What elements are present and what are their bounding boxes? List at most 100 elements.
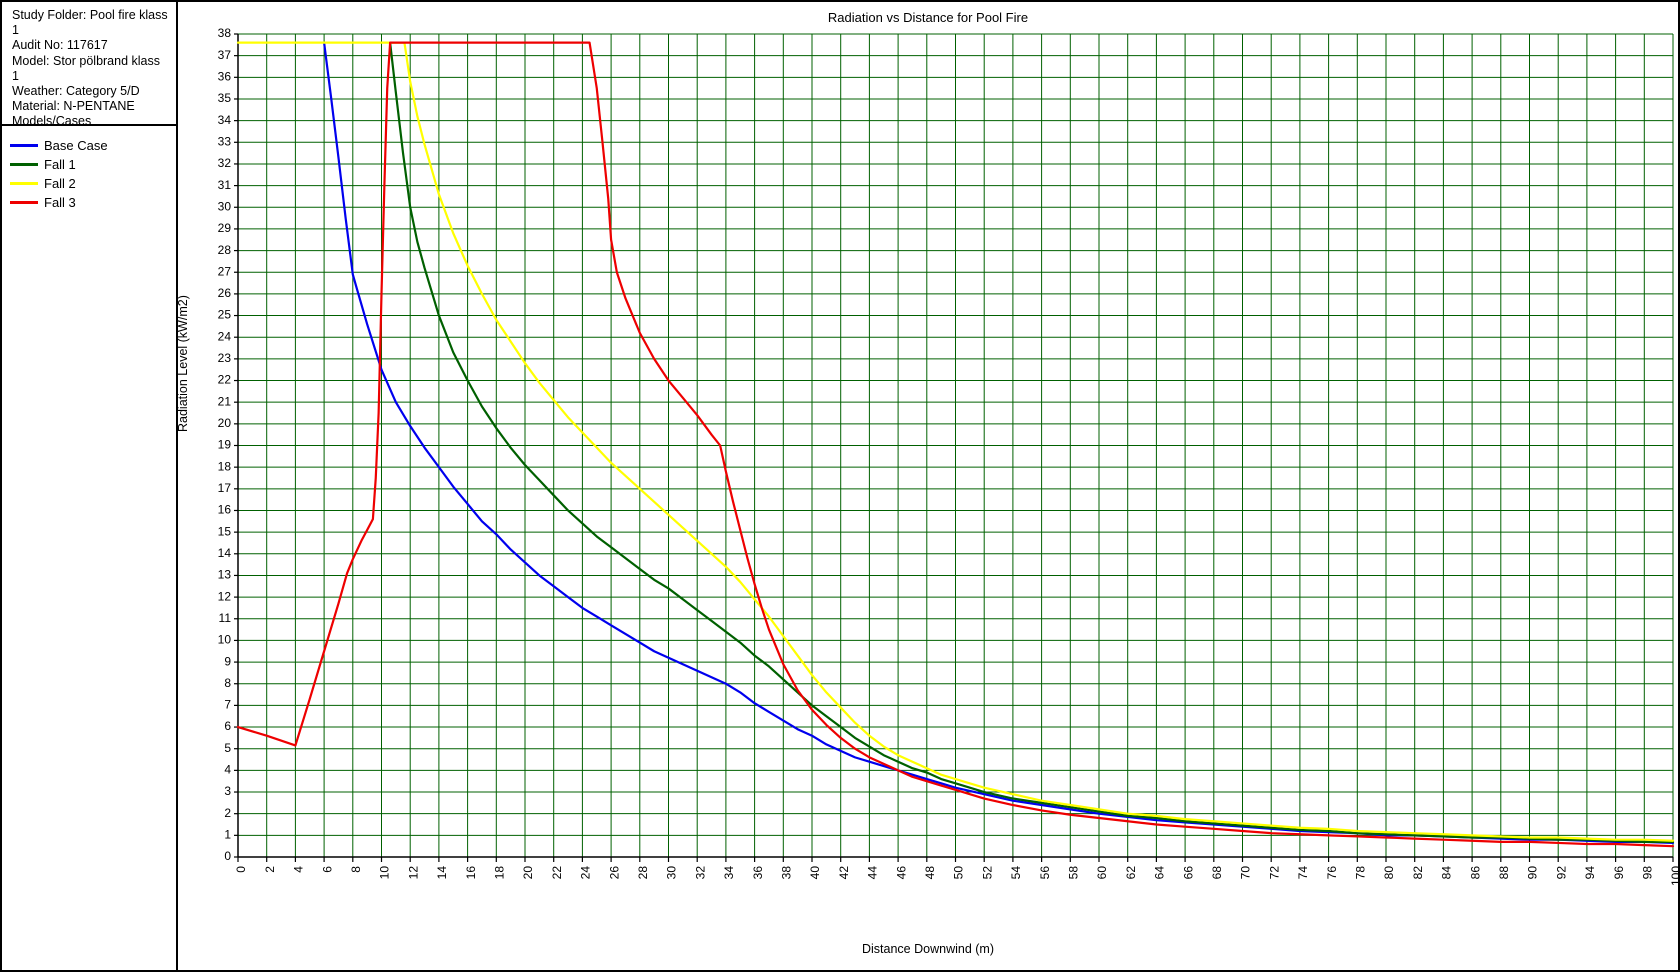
audit-no-text: Audit No: 117617 [12,38,108,53]
x-tick-label: 100 [1669,866,1678,886]
y-tick-label: 4 [224,763,231,777]
info-panel: Study Folder: Pool fire klass 1 Audit No… [2,2,178,970]
x-tick-label: 42 [837,866,851,880]
x-tick-label: 48 [923,866,937,880]
y-tick-label: 23 [218,351,232,365]
y-tick-label: 31 [218,178,232,192]
x-tick-label: 14 [435,866,449,880]
legend-item[interactable]: Fall 2 [10,174,170,193]
x-tick-label: 20 [521,866,535,880]
legend-item-label: Fall 2 [44,176,76,191]
grid-lines [237,33,1674,858]
x-tick-label: 4 [292,866,306,873]
legend: Base Case Fall 1 Fall 2 Fall 3 [2,126,176,216]
series-line [323,41,1675,845]
x-tick-label: 74 [1296,866,1310,880]
x-tick-label: 82 [1411,866,1425,880]
y-tick-label: 34 [218,113,232,127]
x-tick-label: 52 [980,866,994,880]
x-tick-label: 32 [693,866,707,880]
y-tick-label: 25 [218,308,232,322]
study-folder-text: Study Folder: Pool fire klass 1 [12,8,168,38]
legend-item-label: Fall 1 [44,157,76,172]
y-tick-label: 38 [218,26,232,40]
weather-text: Weather: Category 5/D [12,84,140,99]
x-tick-label: 50 [952,866,966,880]
y-tick-label: 35 [218,91,232,105]
y-tick-label: 26 [218,286,232,300]
legend-color-swatch [10,182,38,185]
x-tick-label: 38 [779,866,793,880]
y-tick-label: 37 [218,48,232,62]
x-tick-label: 40 [808,866,822,880]
y-tick-label: 9 [224,654,231,668]
x-tick-label: 96 [1612,866,1626,880]
legend-item[interactable]: Base Case [10,136,170,155]
y-tick-label: 6 [224,719,231,733]
x-tick-label: 92 [1554,866,1568,880]
legend-item[interactable]: Fall 3 [10,193,170,212]
y-tick-label: 20 [218,416,232,430]
x-tick-label: 58 [1066,866,1080,880]
x-tick-label: 98 [1640,866,1654,880]
x-tick-label: 2 [263,866,277,873]
x-tick-label: 30 [665,866,679,880]
x-tick-label: 68 [1210,866,1224,880]
x-tick-label: 64 [1153,866,1167,880]
y-tick-label: 17 [218,481,232,495]
y-tick-label: 12 [218,589,232,603]
x-tick-label: 54 [1009,866,1023,880]
x-tick-label: 8 [349,866,363,873]
x-tick-label: 6 [320,866,334,873]
y-tick-label: 18 [218,459,232,473]
application-window: Study Folder: Pool fire klass 1 Audit No… [0,0,1680,972]
x-tick-label: 80 [1382,866,1396,880]
x-tick-label: 44 [866,866,880,880]
y-tick-label: 24 [218,329,232,343]
x-tick-label: 22 [550,866,564,880]
x-tick-label: 66 [1181,866,1195,880]
y-tick-label: 2 [224,806,231,820]
y-tick-label: 3 [224,784,231,798]
x-tick-label: 28 [636,866,650,880]
x-tick-label: 88 [1497,866,1511,880]
x-tick-label: 72 [1267,866,1281,880]
plot-canvas: 0123456789101112131415161718192021222324… [218,26,1678,886]
x-tick-label: 10 [378,866,392,880]
material-text: Material: N-PENTANE [12,99,135,114]
y-tick-label: 28 [218,243,232,257]
x-tick-label: 70 [1239,866,1253,880]
x-tick-label: 86 [1468,866,1482,880]
x-tick-label: 26 [607,866,621,880]
legend-color-swatch [10,163,38,166]
y-tick-label: 27 [218,264,232,278]
x-tick-label: 18 [492,866,506,880]
y-tick-label: 29 [218,221,232,235]
study-info-block: Study Folder: Pool fire klass 1 Audit No… [2,2,176,128]
legend-item-label: Base Case [44,138,108,153]
y-tick-label: 21 [218,394,232,408]
x-tick-label: 36 [751,866,765,880]
x-tick-label: 56 [1038,866,1052,880]
x-tick-label: 94 [1583,866,1597,880]
x-axis-ticks: 0 2 4 6 8 10 12 14 16 18 20 22 24 26 28 30 32 34 36 38 40 42 4… [234,857,1678,886]
legend-color-swatch [10,144,38,147]
x-tick-label: 12 [406,866,420,880]
y-tick-label: 11 [219,611,232,625]
y-tick-label: 8 [224,676,231,690]
y-tick-label: 15 [218,524,232,538]
legend-item[interactable]: Fall 1 [10,155,170,174]
x-tick-label: 0 [234,866,248,873]
y-tick-label: 16 [218,503,232,517]
y-tick-label: 33 [218,134,232,148]
y-tick-label: 13 [218,568,232,582]
legend-color-swatch [10,201,38,204]
y-tick-label: 22 [218,373,232,387]
y-tick-label: 1 [224,828,231,842]
x-tick-label: 78 [1353,866,1367,880]
y-tick-label: 5 [224,741,231,755]
chart-area: Radiation vs Distance for Pool Fire Radi… [176,2,1678,970]
y-tick-label: 14 [218,546,232,560]
x-tick-label: 46 [894,866,908,880]
y-tick-label: 32 [218,156,232,170]
